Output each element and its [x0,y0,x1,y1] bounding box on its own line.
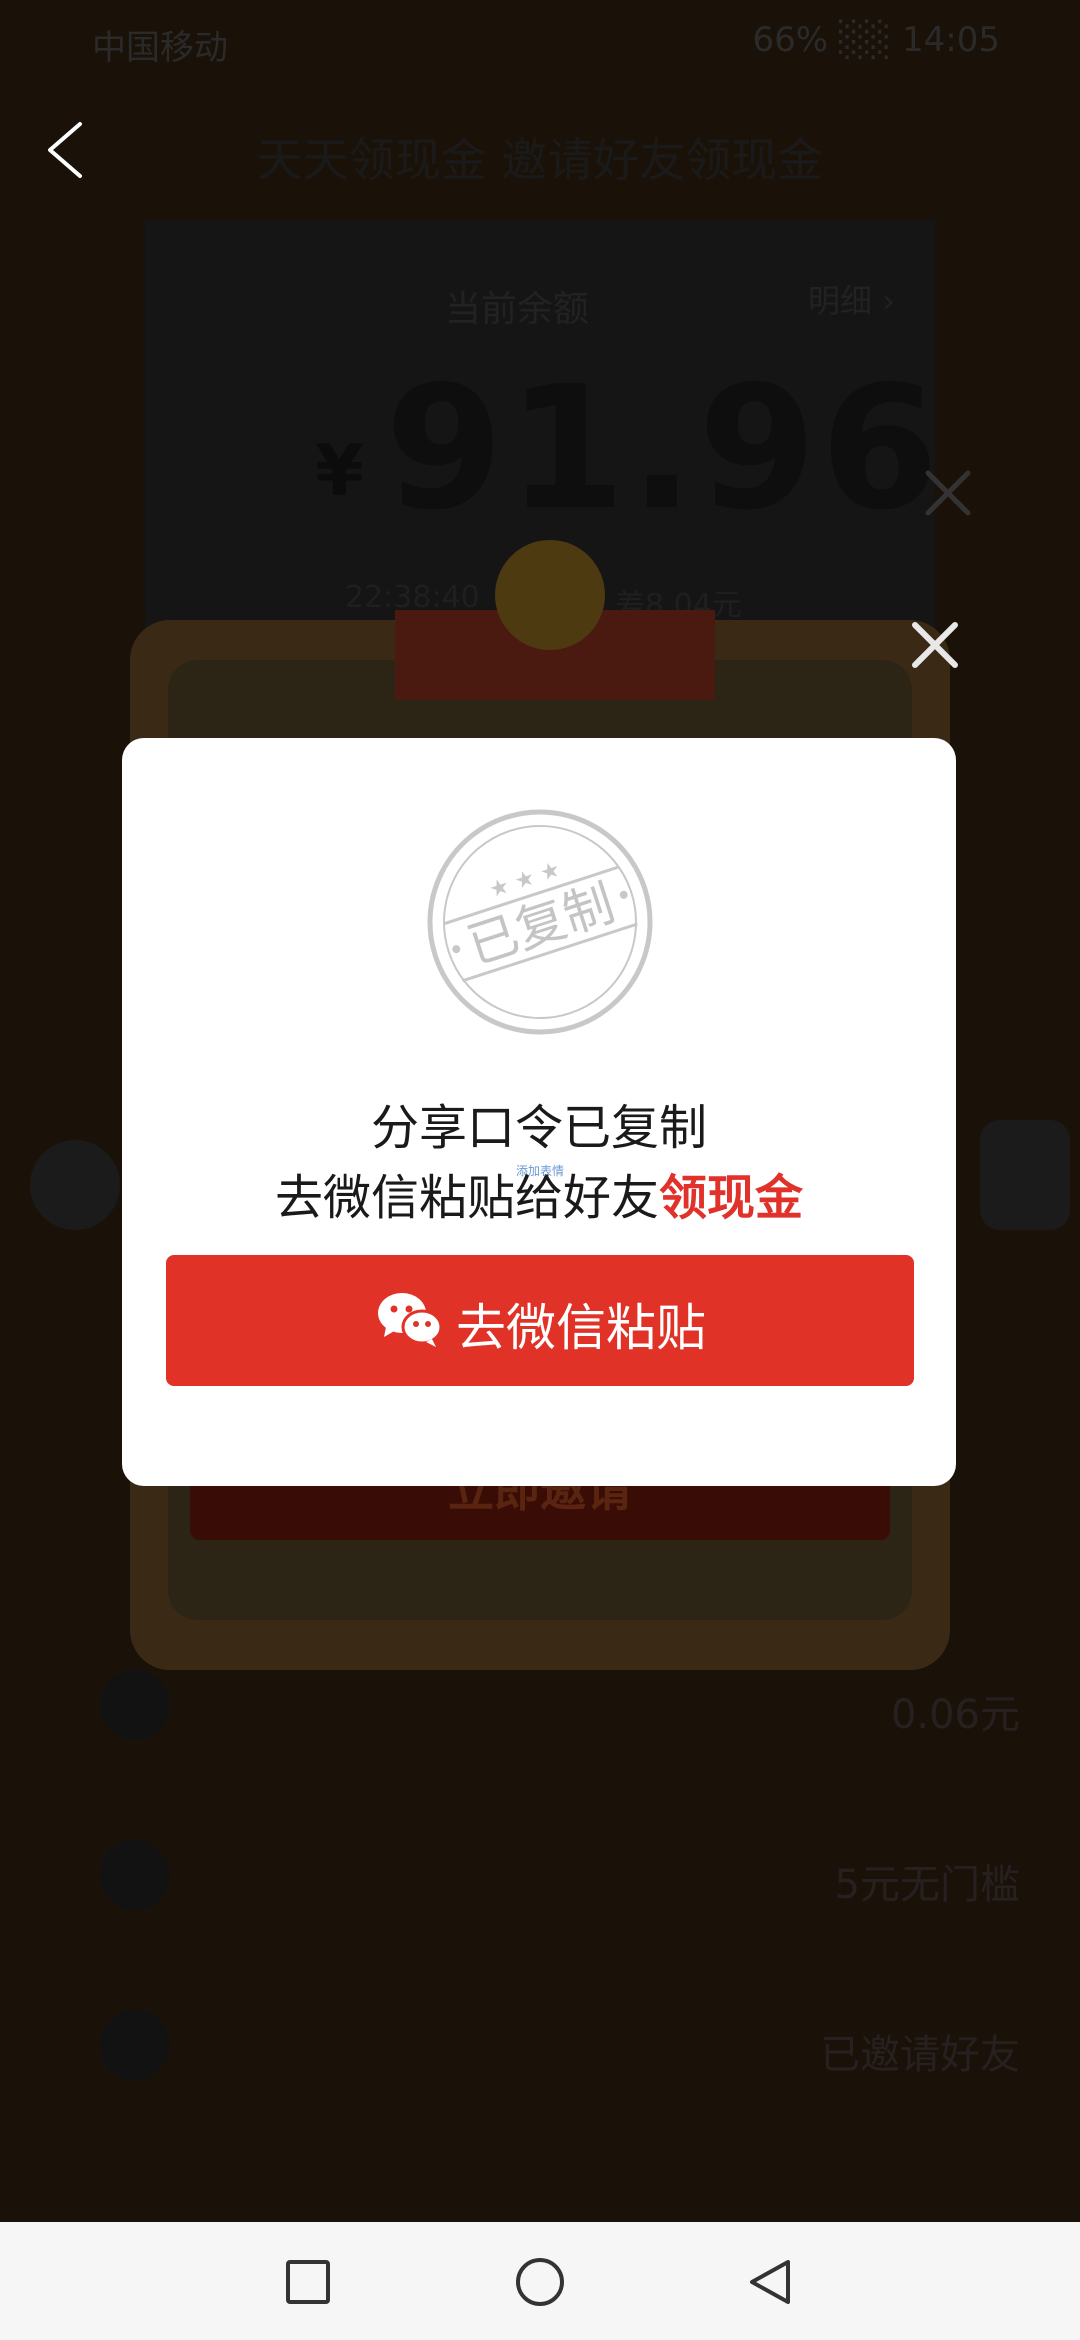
recent-apps-icon[interactable] [282,2256,334,2308]
paste-button-label: 去微信粘贴 [456,1299,706,1357]
page-title: 天天领现金 邀请好友领现金 [256,133,824,187]
wechat-icon [378,1293,442,1347]
back-nav-icon[interactable] [744,2256,796,2308]
list-item-text: 0.06元 [890,1692,1020,1738]
share-copied-dialog: ★ ★ ★ 已复制 分享口令已复制 去微信粘贴给好友领现金 添加表情 去微信粘贴 [122,738,956,1486]
list-item-text: 5元无门槛 [834,1862,1020,1908]
currency-symbol: ¥ [315,430,364,512]
balance-amount: 91.96 [385,350,943,548]
list-item-text: 已邀请好友 [820,2032,1020,2078]
list-item-icon [100,1670,170,1740]
dialog-message-line1: 分享口令已复制 [370,1100,707,1156]
list-item-icon [100,2010,170,2080]
balance-detail-link[interactable]: 明细 › [808,276,895,322]
copied-stamp-icon: ★ ★ ★ 已复制 [427,809,653,1035]
status-bar: 中国移动 66% ░░ 14:05 [0,0,1080,80]
badge-decoration [495,540,605,650]
side-decoration-right [980,1120,1070,1230]
tiny-tag: 添加表情 [516,1164,565,1178]
system-navigation-bar [0,2222,1080,2340]
list-item-icon [100,1840,170,1910]
top-nav: 天天领现金 邀请好友领现金 [0,80,1080,220]
list-item: 已邀请好友 [0,1970,1080,2120]
line2-prefix: 去微信粘贴给好友 [274,1170,659,1226]
list-item: 0.06元 [0,1630,1080,1780]
status-right: 66% ░░ 14:05 [752,20,1000,60]
dialog-close-icon[interactable] [905,615,965,675]
back-icon[interactable] [36,118,100,182]
line2-highlight: 领现金 [659,1170,804,1226]
side-decoration-left [30,1140,120,1230]
go-wechat-paste-button[interactable]: 去微信粘贴 [166,1255,914,1386]
background-close-icon [925,470,971,516]
balance-label: 当前余额 [445,289,590,330]
home-icon[interactable] [514,2256,566,2308]
list-item: 5元无门槛 [0,1800,1080,1950]
stamp-text: 已复制 [461,874,622,976]
carrier-label: 中国移动 [92,28,228,68]
